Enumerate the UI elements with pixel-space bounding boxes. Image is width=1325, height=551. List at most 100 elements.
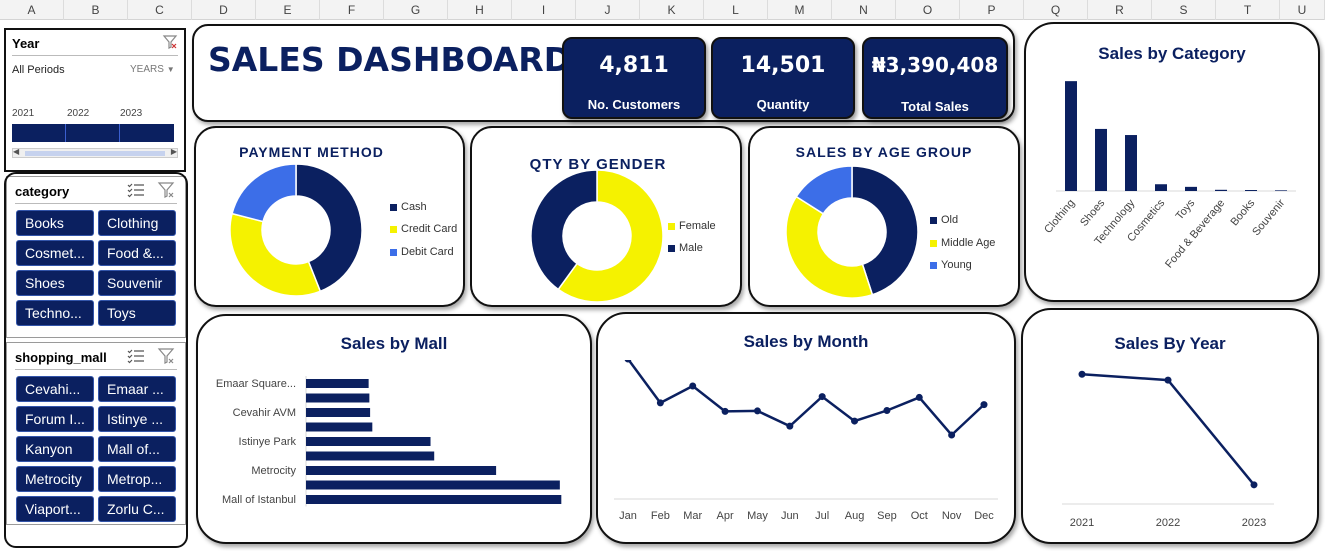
mall-bar	[306, 408, 371, 417]
column-header-h[interactable]: H	[448, 0, 512, 20]
legend-young: Young	[930, 259, 972, 271]
data-point	[1078, 370, 1086, 378]
donut-hole	[818, 198, 886, 266]
data-point	[656, 399, 664, 407]
column-header-t[interactable]: T	[1216, 0, 1280, 20]
mall-tick-label: Emaar Square...	[216, 378, 296, 390]
scroll-left-icon[interactable]: ◀	[13, 147, 19, 156]
column-header-s[interactable]: S	[1152, 0, 1216, 20]
data-point	[721, 407, 729, 415]
column-header-b[interactable]: B	[64, 0, 128, 20]
data-point	[851, 417, 859, 425]
data-point	[818, 393, 826, 401]
timeline-year-2021: 2021	[12, 108, 35, 119]
clear-filter-icon[interactable]	[162, 34, 178, 54]
mall-tick-label: Istinye Park	[239, 436, 297, 448]
payment-donut-chart	[229, 163, 363, 297]
column-header-m[interactable]: M	[768, 0, 832, 20]
column-header-j[interactable]: J	[576, 0, 640, 20]
legend-middle-age: Middle Age	[930, 237, 995, 249]
timeline-tick	[65, 124, 66, 142]
column-header-bar: ABCDEFGHIJKLMNOPQRSTU	[0, 0, 1325, 20]
series-line	[627, 360, 985, 437]
data-point	[980, 401, 988, 409]
timeline-level-dropdown[interactable]: YEARS ▼	[130, 64, 175, 75]
bar-shoes	[1095, 128, 1107, 191]
timeline-year-2022: 2022	[67, 108, 90, 119]
data-point	[753, 407, 761, 415]
column-header-k[interactable]: K	[640, 0, 704, 20]
legend-old: Old	[930, 214, 958, 226]
scrollbar-thumb[interactable]	[25, 151, 165, 156]
column-header-a[interactable]: A	[0, 0, 64, 20]
bar-cosmetics	[1155, 184, 1167, 191]
column-header-i[interactable]: I	[512, 0, 576, 20]
column-header-g[interactable]: G	[384, 0, 448, 20]
payment-method-title: PAYMENT METHOD	[239, 144, 384, 160]
x-tick-label: 2022	[1156, 517, 1180, 529]
column-header-n[interactable]: N	[832, 0, 896, 20]
kpi-customers-value: 4,811	[599, 53, 669, 78]
column-header-r[interactable]: R	[1088, 0, 1152, 20]
column-header-f[interactable]: F	[320, 0, 384, 20]
sales-by-category-card: Sales by Category Clothing Shoes Technolog…	[1024, 22, 1320, 302]
mall-bar	[306, 495, 562, 504]
sales-by-age-card: SALES BY AGE GROUP Old Middle Age Young	[748, 126, 1020, 307]
x-tick-label: 2021	[1070, 517, 1094, 529]
category-tick-label: Books	[1228, 197, 1257, 229]
kpi-customers: 4,811 No. Customers	[562, 37, 706, 119]
legend-debit-card: Debit Card	[390, 246, 454, 258]
x-tick-label: May	[747, 510, 768, 522]
sales-by-month-card: Sales by Month Jan Feb Mar Apr May Jun Jul Aug S…	[596, 312, 1016, 544]
scroll-right-icon[interactable]: ▶	[171, 147, 177, 156]
timeline-filter-label: All Periods	[12, 64, 65, 76]
x-tick-label: Mar	[683, 510, 702, 522]
column-header-o[interactable]: O	[896, 0, 960, 20]
kpi-quantity-value: 14,501	[740, 53, 826, 78]
age-donut-chart	[785, 165, 919, 299]
dashboard-title: SALES DASHBOARD	[208, 40, 572, 79]
data-point	[948, 431, 956, 439]
data-point	[883, 407, 891, 415]
category-tick-label: Clothing	[1042, 197, 1077, 236]
donut-hole	[262, 196, 330, 264]
x-tick-label: 2023	[1242, 517, 1266, 529]
bar-books	[1245, 190, 1257, 191]
category-tick-label: Toys	[1174, 197, 1198, 222]
kpi-customers-label: No. Customers	[587, 97, 681, 112]
column-header-d[interactable]: D	[192, 0, 256, 20]
category-bar-chart: Clothing ShoesTechnologyCosmetics ToysFood…	[1042, 81, 1296, 271]
column-header-c[interactable]: C	[128, 0, 192, 20]
x-tick-label: Jan	[619, 510, 637, 522]
column-header-e[interactable]: E	[256, 0, 320, 20]
column-header-l[interactable]: L	[704, 0, 768, 20]
mall-bar-chart: Emaar Square... Cevahir AVM Istinye Park Me…	[216, 376, 562, 507]
column-header-p[interactable]: P	[960, 0, 1024, 20]
x-tick-label: Nov	[942, 510, 962, 522]
timeline-level-label: YEARS	[130, 64, 164, 75]
kpi-total-sales-value: ₦3,390,408	[871, 53, 999, 77]
year-timeline-slicer[interactable]: Year All Periods YEARS ▼ 2021 2022 2023 …	[4, 28, 186, 172]
x-tick-label: Sep	[877, 510, 897, 522]
legend-credit-card: Credit Card	[390, 223, 457, 235]
legend-female: Female	[668, 220, 716, 232]
data-point	[915, 393, 923, 401]
mall-tick-label: Cevahir AVM	[233, 407, 296, 419]
column-header-u[interactable]: U	[1280, 0, 1325, 20]
gender-donut-chart	[530, 169, 664, 303]
bar-food-beverage	[1215, 189, 1227, 191]
series-line	[1081, 372, 1255, 486]
x-tick-label: Feb	[651, 510, 670, 522]
qty-by-gender-card: QTY BY GENDER Female Male	[470, 126, 742, 307]
legend-cash: Cash	[390, 201, 427, 213]
timeline-scrollbar[interactable]: ◀ ▶	[12, 147, 178, 158]
timeline-tick	[119, 124, 120, 142]
category-tick-label: Souvenir	[1250, 197, 1287, 238]
column-header-q[interactable]: Q	[1024, 0, 1088, 20]
kpi-total-sales: ₦3,390,408 Total Sales	[862, 37, 1008, 119]
timeline-selection-bar[interactable]	[12, 124, 174, 142]
x-tick-label: Jul	[815, 510, 829, 522]
payment-method-card: PAYMENT METHOD Cash Credit Card Debit Ca…	[194, 126, 465, 307]
month-line-chart: Jan Feb Mar Apr May Jun Jul Aug Sep Oct Nov Dec	[614, 360, 998, 522]
bar-clothing	[1065, 81, 1077, 191]
